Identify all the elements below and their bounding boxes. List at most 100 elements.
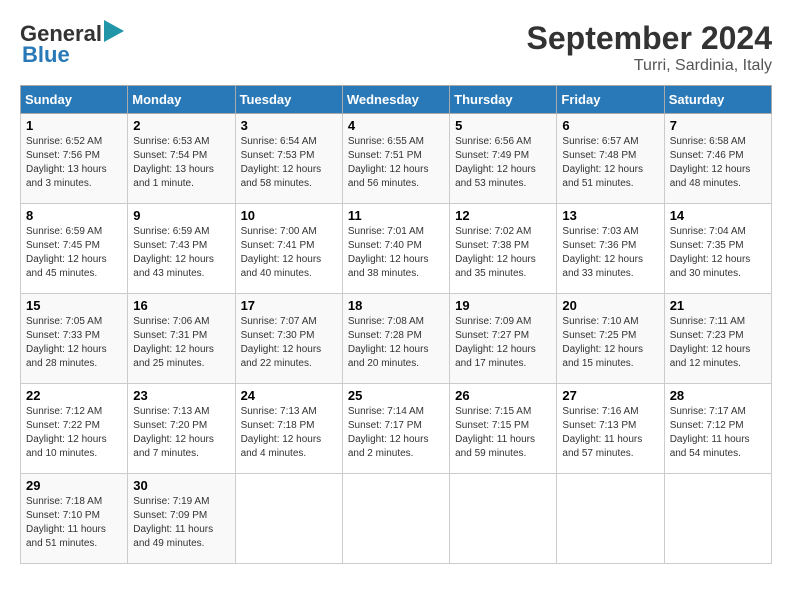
calendar-cell [557, 474, 664, 564]
col-monday: Monday [128, 86, 235, 114]
col-tuesday: Tuesday [235, 86, 342, 114]
header: General Blue September 2024 Turri, Sardi… [20, 20, 772, 75]
calendar-week-row: 1 Sunrise: 6:52 AMSunset: 7:56 PMDaylight… [21, 114, 772, 204]
calendar-week-row: 15 Sunrise: 7:05 AMSunset: 7:33 PMDayligh… [21, 294, 772, 384]
calendar-cell: 3Sunrise: 6:54 AMSunset: 7:53 PMDaylight… [235, 114, 342, 204]
col-sunday: Sunday [21, 86, 128, 114]
col-wednesday: Wednesday [342, 86, 449, 114]
calendar-cell: 22 Sunrise: 7:12 AMSunset: 7:22 PMDayligh… [21, 384, 128, 474]
calendar-cell: 17 Sunrise: 7:07 AMSunset: 7:30 PMDayligh… [235, 294, 342, 384]
day-number: 19 [455, 298, 551, 313]
day-number: 25 [348, 388, 444, 403]
day-number: 22 [26, 388, 122, 403]
day-number: 28 [670, 388, 766, 403]
day-number: 29 [26, 478, 122, 493]
logo: General Blue [20, 20, 124, 68]
day-number: 24 [241, 388, 337, 403]
day-info: Sunrise: 6:58 AMSunset: 7:46 PMDaylight:… [670, 135, 766, 191]
day-info: Sunrise: 7:13 AMSunset: 7:20 PMDaylight:… [133, 405, 229, 461]
logo-arrow-icon [104, 20, 124, 42]
day-number: 5 [455, 118, 551, 133]
calendar-cell: 4 Sunrise: 6:55 AMSunset: 7:51 PMDaylight… [342, 114, 449, 204]
day-number: 4 [348, 118, 444, 133]
day-number: 16 [133, 298, 229, 313]
day-info: Sunrise: 7:10 AMSunset: 7:25 PMDaylight:… [562, 315, 658, 371]
calendar-cell: 12Sunrise: 7:02 AMSunset: 7:38 PMDayligh… [450, 204, 557, 294]
calendar-cell: 16 Sunrise: 7:06 AMSunset: 7:31 PMDayligh… [128, 294, 235, 384]
day-number: 10 [241, 208, 337, 223]
title-block: September 2024 Turri, Sardinia, Italy [527, 20, 772, 75]
day-info: Sunrise: 6:57 AMSunset: 7:48 PMDaylight:… [562, 135, 658, 191]
calendar-header-row: Sunday Monday Tuesday Wednesday Thursday… [21, 86, 772, 114]
day-number: 6 [562, 118, 658, 133]
calendar-cell: 18 Sunrise: 7:08 AMSunset: 7:28 PMDayligh… [342, 294, 449, 384]
day-info: Sunrise: 6:59 AMSunset: 7:43 PMDaylight:… [133, 225, 229, 281]
day-info: Sunrise: 7:17 AMSunset: 7:12 PMDaylight:… [670, 405, 766, 461]
calendar-cell: 5 Sunrise: 6:56 AMSunset: 7:49 PMDaylight… [450, 114, 557, 204]
day-info: Sunrise: 7:06 AMSunset: 7:31 PMDaylight:… [133, 315, 229, 371]
calendar-cell [235, 474, 342, 564]
calendar-cell [664, 474, 771, 564]
calendar-cell: 24 Sunrise: 7:13 AMSunset: 7:18 PMDayligh… [235, 384, 342, 474]
day-info: Sunrise: 7:18 AMSunset: 7:10 PMDaylight:… [26, 495, 122, 551]
calendar-cell: 7 Sunrise: 6:58 AMSunset: 7:46 PMDaylight… [664, 114, 771, 204]
calendar-cell: 29 Sunrise: 7:18 AMSunset: 7:10 PMDayligh… [21, 474, 128, 564]
day-number: 17 [241, 298, 337, 313]
calendar-cell: 14Sunrise: 7:04 AMSunset: 7:35 PMDayligh… [664, 204, 771, 294]
day-number: 18 [348, 298, 444, 313]
day-info: Sunrise: 7:11 AMSunset: 7:23 PMDaylight:… [670, 315, 766, 371]
calendar-cell: 25Sunrise: 7:14 AMSunset: 7:17 PMDayligh… [342, 384, 449, 474]
day-number: 26 [455, 388, 551, 403]
day-number: 13 [562, 208, 658, 223]
month-title: September 2024 [527, 20, 772, 57]
calendar-cell: 23 Sunrise: 7:13 AMSunset: 7:20 PMDayligh… [128, 384, 235, 474]
col-saturday: Saturday [664, 86, 771, 114]
calendar-cell: 1 Sunrise: 6:52 AMSunset: 7:56 PMDaylight… [21, 114, 128, 204]
calendar-week-row: 8Sunrise: 6:59 AMSunset: 7:45 PMDaylight… [21, 204, 772, 294]
day-info: Sunrise: 7:08 AMSunset: 7:28 PMDaylight:… [348, 315, 444, 371]
day-number: 7 [670, 118, 766, 133]
day-info: Sunrise: 7:16 AMSunset: 7:13 PMDaylight:… [562, 405, 658, 461]
day-info: Sunrise: 7:07 AMSunset: 7:30 PMDaylight:… [241, 315, 337, 371]
day-info: Sunrise: 7:19 AMSunset: 7:09 PMDaylight:… [133, 495, 229, 551]
col-friday: Friday [557, 86, 664, 114]
day-info: Sunrise: 7:03 AMSunset: 7:36 PMDaylight:… [562, 225, 658, 281]
day-info: Sunrise: 6:52 AMSunset: 7:56 PMDaylight:… [26, 135, 122, 191]
day-number: 21 [670, 298, 766, 313]
day-number: 15 [26, 298, 122, 313]
day-number: 11 [348, 208, 444, 223]
calendar-cell: 2 Sunrise: 6:53 AMSunset: 7:54 PMDaylight… [128, 114, 235, 204]
calendar-cell: 15 Sunrise: 7:05 AMSunset: 7:33 PMDayligh… [21, 294, 128, 384]
calendar-cell: 27Sunrise: 7:16 AMSunset: 7:13 PMDayligh… [557, 384, 664, 474]
location-title: Turri, Sardinia, Italy [527, 57, 772, 75]
calendar-cell: 20 Sunrise: 7:10 AMSunset: 7:25 PMDayligh… [557, 294, 664, 384]
day-number: 23 [133, 388, 229, 403]
day-number: 1 [26, 118, 122, 133]
calendar-cell: 9 Sunrise: 6:59 AMSunset: 7:43 PMDaylight… [128, 204, 235, 294]
day-info: Sunrise: 7:04 AMSunset: 7:35 PMDaylight:… [670, 225, 766, 281]
calendar-week-row: 22 Sunrise: 7:12 AMSunset: 7:22 PMDayligh… [21, 384, 772, 474]
day-info: Sunrise: 6:53 AMSunset: 7:54 PMDaylight:… [133, 135, 229, 191]
calendar-cell: 30 Sunrise: 7:19 AMSunset: 7:09 PMDayligh… [128, 474, 235, 564]
calendar-cell: 19 Sunrise: 7:09 AMSunset: 7:27 PMDayligh… [450, 294, 557, 384]
day-info: Sunrise: 6:55 AMSunset: 7:51 PMDaylight:… [348, 135, 444, 191]
day-info: Sunrise: 6:59 AMSunset: 7:45 PMDaylight:… [26, 225, 122, 281]
calendar-week-row: 29 Sunrise: 7:18 AMSunset: 7:10 PMDayligh… [21, 474, 772, 564]
day-number: 9 [133, 208, 229, 223]
day-info: Sunrise: 7:02 AMSunset: 7:38 PMDaylight:… [455, 225, 551, 281]
calendar-cell [450, 474, 557, 564]
calendar-cell: 10Sunrise: 7:00 AMSunset: 7:41 PMDayligh… [235, 204, 342, 294]
day-info: Sunrise: 7:12 AMSunset: 7:22 PMDaylight:… [26, 405, 122, 461]
day-number: 3 [241, 118, 337, 133]
day-number: 20 [562, 298, 658, 313]
calendar-cell [342, 474, 449, 564]
day-info: Sunrise: 7:05 AMSunset: 7:33 PMDaylight:… [26, 315, 122, 371]
day-info: Sunrise: 7:09 AMSunset: 7:27 PMDaylight:… [455, 315, 551, 371]
calendar-cell: 28 Sunrise: 7:17 AMSunset: 7:12 PMDayligh… [664, 384, 771, 474]
day-info: Sunrise: 6:56 AMSunset: 7:49 PMDaylight:… [455, 135, 551, 191]
day-number: 2 [133, 118, 229, 133]
day-number: 30 [133, 478, 229, 493]
day-info: Sunrise: 7:13 AMSunset: 7:18 PMDaylight:… [241, 405, 337, 461]
logo-blue-text: Blue [22, 42, 70, 68]
calendar-cell: 6 Sunrise: 6:57 AMSunset: 7:48 PMDaylight… [557, 114, 664, 204]
